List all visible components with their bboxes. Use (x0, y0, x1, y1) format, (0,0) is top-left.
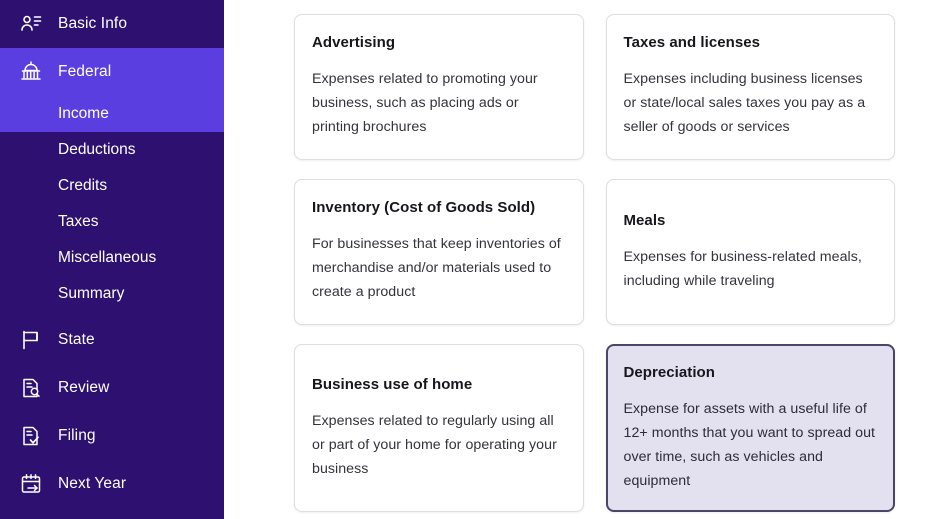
sidebar-subitem-summary[interactable]: Summary (0, 276, 224, 312)
sidebar-subitem-miscellaneous[interactable]: Miscellaneous (0, 240, 224, 276)
sidebar-subitem-deductions[interactable]: Deductions (0, 132, 224, 168)
expense-card-description: Expenses related to regularly using all … (312, 412, 557, 477)
flag-icon (18, 327, 44, 353)
expense-card-description: Expenses including business licenses or … (623, 70, 866, 135)
sidebar-subitem-label: Taxes (58, 213, 99, 230)
expense-category-grid: Advertising Expenses related to promotin… (294, 14, 895, 512)
calendar-arrow-icon (18, 471, 44, 497)
expense-card-title: Business use of home (312, 376, 473, 394)
sidebar: Basic Info Federal Income Deductions Cre… (0, 0, 224, 519)
sidebar-subitem-label: Miscellaneous (58, 249, 157, 266)
contact-person-icon (18, 11, 44, 37)
sidebar-item-label: Review (58, 379, 110, 397)
sidebar-subitem-label: Deductions (58, 141, 136, 158)
expense-card-title: Inventory (Cost of Goods Sold) (312, 199, 536, 216)
expense-card-description: Expenses related to promoting your busin… (312, 70, 538, 135)
sidebar-item-federal[interactable]: Federal (0, 48, 224, 96)
sidebar-item-state[interactable]: State (0, 316, 224, 364)
sidebar-item-basic-info[interactable]: Basic Info (0, 0, 224, 48)
expense-card-title: Meals (623, 212, 666, 230)
sidebar-subitem-credits[interactable]: Credits (0, 168, 224, 204)
expense-card-title: Depreciation (623, 364, 715, 381)
expense-card-inventory[interactable]: Inventory (Cost of Goods Sold) For busin… (294, 179, 584, 325)
document-search-icon (18, 375, 44, 401)
sidebar-item-label: Basic Info (58, 15, 128, 33)
sidebar-item-review[interactable]: Review (0, 364, 224, 412)
capitol-building-icon (18, 59, 44, 85)
expense-card-description: For businesses that keep inventories of … (312, 235, 561, 300)
sidebar-item-label: Next Year (58, 475, 127, 493)
expense-card-advertising[interactable]: Advertising Expenses related to promotin… (294, 14, 584, 160)
sidebar-item-next-year[interactable]: Next Year (0, 460, 224, 508)
sidebar-item-label: Federal (58, 63, 112, 81)
expense-card-title: Taxes and licenses (623, 34, 761, 51)
sidebar-item-label: Filing (58, 427, 96, 445)
expense-card-depreciation[interactable]: Depreciation Expense for assets with a u… (605, 344, 895, 512)
expense-category-panel: Advertising Expenses related to promotin… (224, 0, 943, 519)
sidebar-subitem-label: Income (58, 105, 109, 122)
expense-card-title: Advertising (312, 34, 396, 51)
sidebar-group-federal: Federal Income Deductions Credits Taxes … (0, 48, 224, 316)
sidebar-subitem-label: Summary (58, 285, 125, 302)
expense-card-description: Expenses for business-related meals, inc… (623, 248, 862, 289)
sidebar-subitem-income[interactable]: Income (0, 96, 224, 132)
sidebar-subitem-taxes[interactable]: Taxes (0, 204, 224, 240)
sidebar-subitem-label: Credits (58, 177, 108, 194)
sidebar-item-label: State (58, 331, 95, 349)
expense-card-description: Expense for assets with a useful life of… (623, 400, 876, 489)
sidebar-item-filing[interactable]: Filing (0, 412, 224, 460)
document-check-icon (18, 423, 44, 449)
expense-card-business-use-of-home[interactable]: Business use of home Expenses related to… (294, 344, 584, 512)
sidebar-subnav-federal: Income Deductions Credits Taxes Miscella… (0, 96, 224, 316)
expense-card-taxes-and-licenses[interactable]: Taxes and licenses Expenses including bu… (605, 14, 895, 160)
expense-card-meals[interactable]: Meals Expenses for business-related meal… (605, 179, 895, 325)
